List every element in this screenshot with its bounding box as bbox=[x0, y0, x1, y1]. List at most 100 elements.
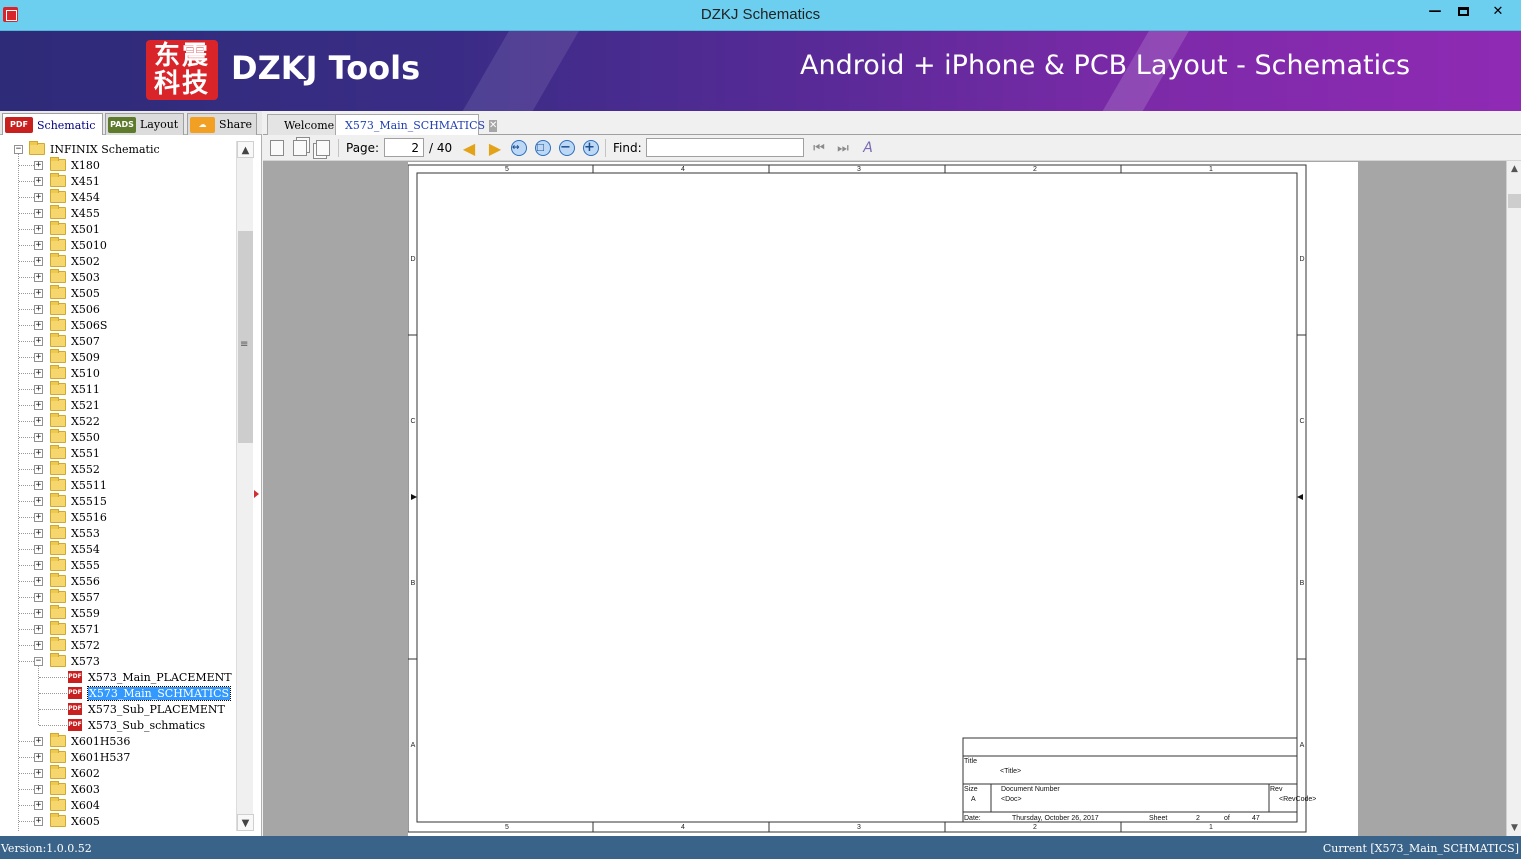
expand-icon[interactable]: + bbox=[34, 160, 43, 170]
expand-icon[interactable]: + bbox=[34, 784, 43, 794]
expand-icon[interactable]: + bbox=[34, 640, 43, 650]
tree-folder[interactable]: + X455 bbox=[34, 205, 100, 221]
tree-file[interactable]: PDF X573_Sub_schmatics bbox=[68, 717, 205, 733]
expand-icon[interactable]: + bbox=[34, 736, 43, 746]
tree-folder[interactable]: − X573 bbox=[34, 653, 100, 669]
scroll-down-icon[interactable]: ▼ bbox=[1507, 820, 1521, 836]
expand-icon[interactable]: + bbox=[34, 752, 43, 762]
page-number-input[interactable] bbox=[384, 138, 424, 157]
expand-icon[interactable]: + bbox=[34, 336, 43, 346]
tree-folder[interactable]: + X511 bbox=[34, 381, 100, 397]
tree-folder[interactable]: + X5515 bbox=[34, 493, 107, 509]
tree-folder[interactable]: + X506S bbox=[34, 317, 107, 333]
expand-icon[interactable]: + bbox=[34, 432, 43, 442]
expand-icon[interactable]: + bbox=[34, 496, 43, 506]
tree-folder[interactable]: + X553 bbox=[34, 525, 100, 541]
tree-folder[interactable]: + X554 bbox=[34, 541, 100, 557]
tree-folder[interactable]: + X180 bbox=[34, 157, 100, 173]
document-viewer[interactable]: 5 4 3 2 1 5 4 3 2 1 D C B A D C B A Titl… bbox=[263, 161, 1506, 836]
tree-scrollbar[interactable]: ▲ ≡ ▼ bbox=[236, 141, 254, 831]
collapse-icon[interactable]: − bbox=[14, 144, 23, 154]
tree-folder[interactable]: + X551 bbox=[34, 445, 100, 461]
expand-icon[interactable]: + bbox=[34, 368, 43, 378]
expand-icon[interactable]: + bbox=[34, 816, 43, 826]
tree-folder[interactable]: + X505 bbox=[34, 285, 100, 301]
expand-icon[interactable]: + bbox=[34, 352, 43, 362]
zoom-out-button[interactable]: − bbox=[558, 139, 576, 157]
tree-root[interactable]: − INFINIX Schematic bbox=[14, 141, 160, 157]
tree-folder[interactable]: + X5511 bbox=[34, 477, 107, 493]
expand-icon[interactable]: + bbox=[34, 768, 43, 778]
scroll-thumb[interactable] bbox=[1508, 194, 1521, 208]
expand-icon[interactable]: + bbox=[34, 560, 43, 570]
close-tab-icon[interactable]: ✕ bbox=[489, 119, 498, 132]
tab-layout[interactable]: PADS Layout bbox=[105, 113, 184, 135]
tree-folder[interactable]: + X510 bbox=[34, 365, 100, 381]
tree-folder[interactable]: + X454 bbox=[34, 189, 100, 205]
find-next-button[interactable]: ⏭ bbox=[834, 139, 852, 157]
tree-folder[interactable]: + X557 bbox=[34, 589, 100, 605]
tree-folder[interactable]: + X501 bbox=[34, 221, 100, 237]
tree-folder[interactable]: + X604 bbox=[34, 797, 100, 813]
previous-page-button[interactable]: ◀ bbox=[460, 139, 478, 158]
tree-folder[interactable]: + X451 bbox=[34, 173, 100, 189]
tree-folder[interactable]: + X521 bbox=[34, 397, 100, 413]
close-button[interactable]: ✕ bbox=[1476, 1, 1520, 22]
expand-icon[interactable]: + bbox=[34, 624, 43, 634]
scroll-down-icon[interactable]: ▼ bbox=[237, 814, 254, 831]
tree-folder[interactable]: + X509 bbox=[34, 349, 100, 365]
tree-folder[interactable]: + X550 bbox=[34, 429, 100, 445]
tab-x573-main-schmatics[interactable]: X573_Main_SCHMATICS ✕ bbox=[335, 114, 498, 136]
scroll-up-icon[interactable]: ▲ bbox=[1507, 161, 1521, 177]
expand-icon[interactable]: + bbox=[34, 400, 43, 410]
tree-folder[interactable]: + X572 bbox=[34, 637, 100, 653]
expand-icon[interactable]: + bbox=[34, 256, 43, 266]
expand-icon[interactable]: + bbox=[34, 288, 43, 298]
tab-schematic[interactable]: PDF Schematic bbox=[2, 113, 103, 136]
expand-icon[interactable]: + bbox=[34, 528, 43, 538]
two-page-button[interactable] bbox=[291, 139, 309, 157]
tree-folder[interactable]: + X605 bbox=[34, 813, 100, 829]
tree-folder[interactable]: + X5516 bbox=[34, 509, 107, 525]
splitter-arrow-icon[interactable] bbox=[254, 490, 259, 498]
tree-file[interactable]: PDF X573_Main_SCHMATICS bbox=[68, 685, 232, 701]
scroll-thumb[interactable] bbox=[238, 231, 253, 443]
expand-icon[interactable]: + bbox=[34, 224, 43, 234]
fit-page-button[interactable]: □ bbox=[534, 139, 552, 157]
zoom-in-button[interactable]: + bbox=[582, 139, 600, 157]
tree-folder[interactable]: + X503 bbox=[34, 269, 100, 285]
expand-icon[interactable]: + bbox=[34, 464, 43, 474]
expand-icon[interactable]: + bbox=[34, 512, 43, 522]
expand-icon[interactable]: + bbox=[34, 192, 43, 202]
find-input[interactable] bbox=[646, 138, 804, 157]
tree-folder[interactable]: + X603 bbox=[34, 781, 100, 797]
expand-icon[interactable]: + bbox=[34, 800, 43, 810]
expand-icon[interactable]: + bbox=[34, 416, 43, 426]
viewer-scrollbar[interactable]: ▲ ▼ bbox=[1506, 161, 1521, 836]
maximize-button[interactable] bbox=[1450, 1, 1476, 22]
tree-folder[interactable]: + X507 bbox=[34, 333, 100, 349]
expand-icon[interactable]: + bbox=[34, 608, 43, 618]
scroll-up-icon[interactable]: ▲ bbox=[237, 141, 254, 158]
continuous-button[interactable] bbox=[314, 139, 332, 157]
match-case-button[interactable]: A bbox=[859, 139, 877, 157]
expand-icon[interactable]: + bbox=[34, 272, 43, 282]
expand-icon[interactable]: + bbox=[34, 304, 43, 314]
minimize-button[interactable]: — bbox=[1422, 1, 1448, 22]
expand-icon[interactable]: + bbox=[34, 544, 43, 554]
tab-welcome[interactable]: Welcome bbox=[267, 114, 339, 135]
expand-icon[interactable]: + bbox=[34, 480, 43, 490]
fit-width-button[interactable]: ↔ bbox=[510, 139, 528, 157]
tab-share[interactable]: ☁ Share bbox=[187, 113, 257, 135]
tree-folder[interactable]: + X556 bbox=[34, 573, 100, 589]
tree-folder[interactable]: + X552 bbox=[34, 461, 100, 477]
tree-folder[interactable]: + X522 bbox=[34, 413, 100, 429]
expand-icon[interactable]: + bbox=[34, 384, 43, 394]
expand-icon[interactable]: + bbox=[34, 240, 43, 250]
tree-folder[interactable]: + X502 bbox=[34, 253, 100, 269]
expand-icon[interactable]: + bbox=[34, 208, 43, 218]
single-page-button[interactable] bbox=[268, 139, 286, 157]
find-previous-button[interactable]: ⏮ bbox=[810, 139, 828, 157]
tree-folder[interactable]: + X506 bbox=[34, 301, 100, 317]
expand-icon[interactable]: + bbox=[34, 448, 43, 458]
